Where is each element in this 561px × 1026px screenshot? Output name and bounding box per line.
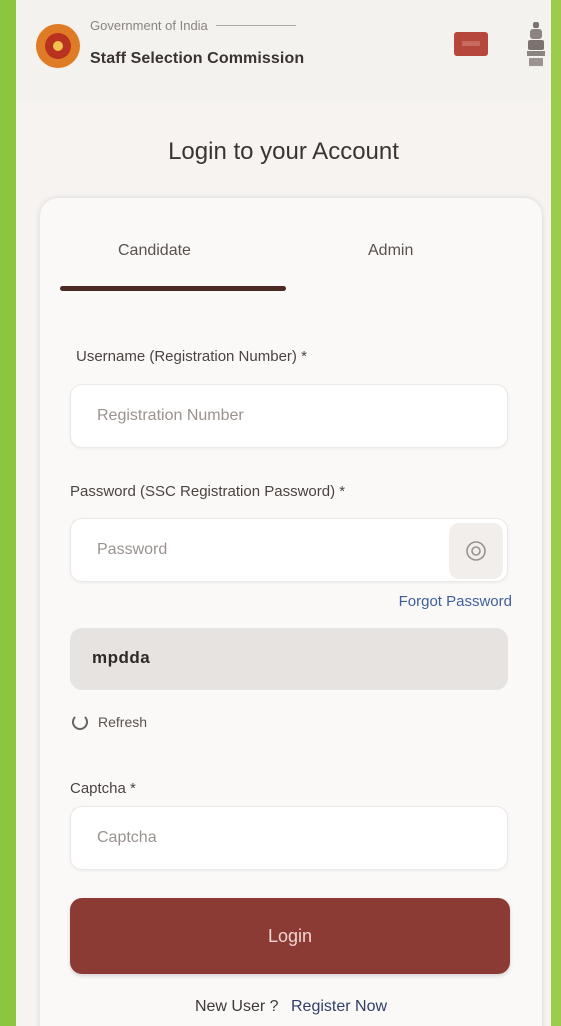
captcha-value: mpdda [92, 648, 151, 667]
gov-label-row: Government of India [90, 18, 296, 33]
gov-label: Government of India [90, 18, 208, 33]
tab-admin[interactable]: Admin [368, 242, 413, 260]
captcha-image: mpdda [70, 628, 508, 690]
register-now-link[interactable]: Register Now [291, 998, 387, 1015]
app-header: Government of India Staff Selection Comm… [16, 0, 551, 100]
national-emblem-icon [527, 22, 545, 66]
password-label: Password (SSC Registration Password) * [70, 483, 346, 500]
username-label: Username (Registration Number) * [76, 348, 307, 365]
captcha-input[interactable] [71, 807, 507, 869]
flag-icon[interactable] [454, 32, 488, 56]
tab-candidate[interactable]: Candidate [118, 242, 191, 260]
login-screen: Government of India Staff Selection Comm… [16, 0, 551, 1026]
refresh-label: Refresh [98, 714, 148, 730]
side-background [551, 0, 561, 1026]
login-card: Candidate Admin Username (Registration N… [40, 198, 542, 1026]
username-field-wrapper [70, 384, 508, 448]
password-field-wrapper [70, 518, 508, 582]
captcha-label: Captcha * [70, 780, 136, 797]
page-title: Login to your Account [168, 138, 399, 165]
refresh-icon [72, 714, 88, 730]
register-row: New User ? Register Now [40, 998, 542, 1016]
gov-divider [215, 25, 296, 26]
ssc-logo-icon[interactable] [36, 24, 80, 68]
active-tab-indicator [60, 286, 286, 291]
logo-center [45, 33, 71, 59]
password-input[interactable] [71, 519, 507, 581]
eye-icon[interactable] [449, 523, 503, 579]
captcha-field-wrapper [70, 806, 508, 870]
eye-icon-glyph [466, 541, 486, 561]
login-button[interactable]: Login [70, 898, 510, 974]
org-title: Staff Selection Commission [90, 50, 305, 67]
refresh-button[interactable]: Refresh [72, 714, 147, 730]
username-input[interactable] [71, 385, 507, 447]
forgot-password-link[interactable]: Forgot Password [399, 593, 512, 610]
new-user-text: New User ? [194, 998, 279, 1015]
